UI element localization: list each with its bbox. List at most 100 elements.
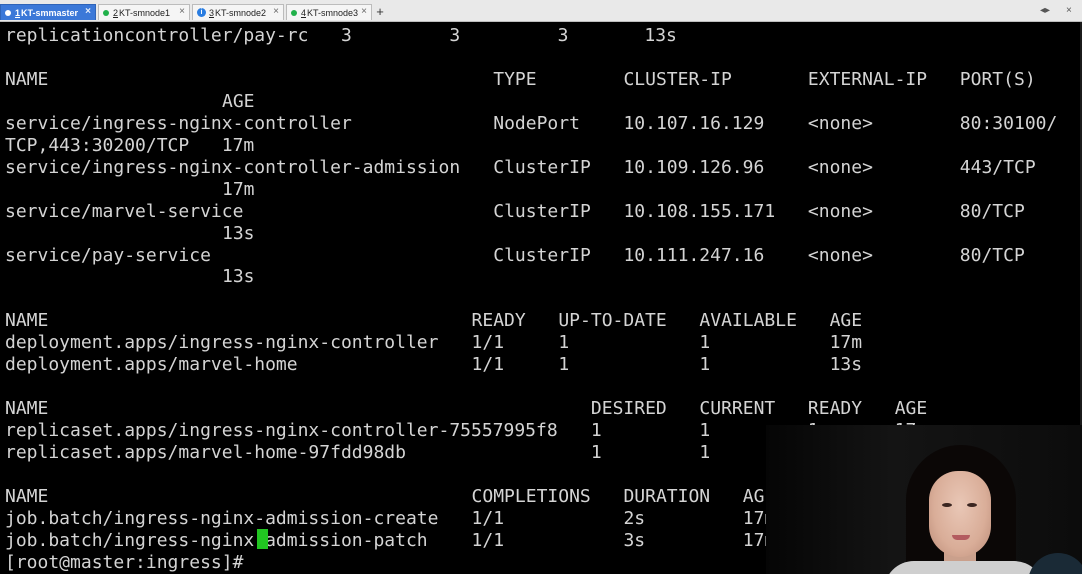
- terminal-text: 443/TCP: [959, 156, 1036, 178]
- connection-status-icon: [103, 9, 109, 16]
- terminal-text: 13s: [222, 266, 255, 288]
- terminal-text: 1/1: [471, 529, 505, 551]
- terminal-line: AGE: [0, 91, 1082, 113]
- terminal-cursor: [257, 529, 268, 549]
- terminal-text: PORT(S): [959, 68, 1036, 90]
- terminal-text: UP-TO-DATE: [558, 310, 667, 332]
- terminal-text: ClusterIP: [493, 244, 591, 266]
- tab-number: 2: [113, 7, 119, 18]
- close-window-icon[interactable]: ×: [1066, 5, 1072, 16]
- terminal-text: 1: [590, 442, 602, 464]
- terminal-text: 1/1: [471, 354, 505, 376]
- terminal-text: NAME: [5, 485, 49, 507]
- terminal-text: 80/TCP: [959, 200, 1025, 222]
- terminal-line: deployment.apps/ingress-nginx-controller…: [0, 332, 1082, 354]
- terminal-text: 1: [699, 442, 711, 464]
- terminal-text: 10.108.155.171: [623, 200, 776, 222]
- terminal-text: 1/1: [471, 507, 505, 529]
- presenter-eye: [942, 503, 952, 507]
- terminal-text: AGE: [829, 310, 863, 332]
- terminal-text: [root@master:ingress]#: [5, 551, 255, 573]
- terminal-text: service/ingress-nginx-controller: [5, 112, 352, 134]
- terminal-text: AGE: [222, 90, 255, 112]
- terminal-line: NAME TYPE CLUSTER-IP EXTERNAL-IP PORT(S): [0, 69, 1082, 91]
- terminal-text: 17m: [222, 178, 255, 200]
- terminal-line: service/ingress-nginx-controller NodePort…: [0, 113, 1082, 135]
- add-tab-button[interactable]: +: [373, 5, 387, 19]
- terminal-text: COMPLETIONS: [471, 485, 591, 507]
- terminal-text: service/marvel-service: [5, 200, 244, 222]
- terminal-text: AVAILABLE: [699, 310, 797, 332]
- terminal-text: NAME: [5, 310, 49, 332]
- terminal-text: 3s: [623, 529, 646, 551]
- terminal-text: NAME: [5, 398, 49, 420]
- tab-kt-smmaster[interactable]: 1 KT-smmaster ×: [0, 4, 96, 20]
- terminal-line: TCP,443:30200/TCP 17m: [0, 135, 1082, 157]
- presenter-mouth: [952, 535, 970, 540]
- close-tab-icon[interactable]: ×: [179, 6, 185, 17]
- terminal-line: NAME READY UP-TO-DATE AVAILABLE AGE: [0, 310, 1082, 332]
- terminal-text: 10.111.247.16: [623, 244, 765, 266]
- terminal-text: READY: [471, 310, 526, 332]
- terminal-line: 13s: [0, 223, 1082, 245]
- terminal-text: 10.109.126.96: [623, 156, 765, 178]
- terminal-text: EXTERNAL-IP: [807, 68, 928, 90]
- terminal-text: 2s: [623, 507, 646, 529]
- connection-status-icon: [5, 9, 11, 16]
- terminal-line: service/marvel-service ClusterIP 10.108.15…: [0, 201, 1082, 223]
- tab-number: 4: [301, 7, 307, 18]
- tab-number: 1: [15, 7, 21, 18]
- terminal-text: service/ingress-nginx-controller-admissi…: [5, 156, 461, 178]
- close-tab-icon[interactable]: ×: [361, 6, 367, 17]
- terminal-text: CLUSTER-IP: [623, 68, 732, 90]
- terminal-text: CURRENT: [699, 398, 776, 420]
- presenter-face: [929, 471, 991, 557]
- webcam-overlay: [766, 425, 1082, 574]
- terminal-text: 17m: [829, 332, 863, 354]
- session-tab-bar: 1 KT-smmaster × 2 KT-smnode1 × i 3 KT-smnode2 × 4 K…: [0, 0, 1082, 22]
- terminal-line: replicationcontroller/pay-rc 3 3 3 13s: [0, 25, 1082, 47]
- terminal-text: <none>: [807, 112, 873, 134]
- terminal-text: 13s: [829, 354, 863, 376]
- terminal-text: <none>: [807, 244, 873, 266]
- terminal-text: replicaset.apps/ingress-nginx-controller…: [5, 420, 558, 442]
- terminal-text: ClusterIP: [493, 156, 591, 178]
- terminal-line: 17m: [0, 179, 1082, 201]
- close-tab-icon[interactable]: ×: [273, 6, 279, 17]
- terminal-text: replicationcontroller/pay-rc 3 3 3 13s: [5, 25, 677, 46]
- terminal-text: NodePort: [493, 112, 580, 134]
- tab-kt-smnode3[interactable]: 4 KT-smnode3 ×: [286, 4, 372, 20]
- terminal-text: 80/TCP: [959, 244, 1025, 266]
- terminal-text: <none>: [807, 156, 873, 178]
- connection-status-icon: [291, 9, 297, 16]
- tab-label: KT-smnode3: [307, 7, 359, 18]
- terminal-text: 1: [558, 332, 570, 354]
- tab-scroll-arrows-icon[interactable]: ◂▸: [1040, 5, 1050, 16]
- microphone: [1028, 553, 1082, 574]
- tab-label: KT-smmaster: [21, 7, 79, 18]
- presenter-shirt: [884, 561, 1044, 574]
- terminal-line: 13s: [0, 266, 1082, 288]
- terminal-text: 13s: [222, 222, 255, 244]
- terminal-text: 80:30100/: [959, 112, 1058, 134]
- terminal-line: service/pay-service ClusterIP 10.111.247.1…: [0, 245, 1082, 267]
- tab-kt-smnode1[interactable]: 2 KT-smnode1 ×: [98, 4, 190, 20]
- terminal-text: TYPE: [493, 68, 537, 90]
- terminal-line: service/ingress-nginx-controller-admissi…: [0, 157, 1082, 179]
- presenter-eye: [967, 503, 977, 507]
- terminal-text: 1: [699, 332, 711, 354]
- tab-kt-smnode2[interactable]: i 3 KT-smnode2 ×: [192, 4, 284, 20]
- terminal-text: deployment.apps/marvel-home: [5, 354, 298, 376]
- terminal-text: 1: [558, 354, 570, 376]
- terminal-line: deployment.apps/marvel-home 1/1 1 1 13s: [0, 354, 1082, 376]
- close-tab-icon[interactable]: ×: [85, 6, 91, 17]
- terminal-text: 1: [699, 420, 711, 442]
- terminal-text: DURATION: [623, 485, 711, 507]
- terminal-text: 1/1: [471, 332, 505, 354]
- terminal-text: service/pay-service: [5, 244, 211, 266]
- tab-number: 3: [209, 7, 215, 18]
- terminal-text: DESIRED: [590, 398, 667, 420]
